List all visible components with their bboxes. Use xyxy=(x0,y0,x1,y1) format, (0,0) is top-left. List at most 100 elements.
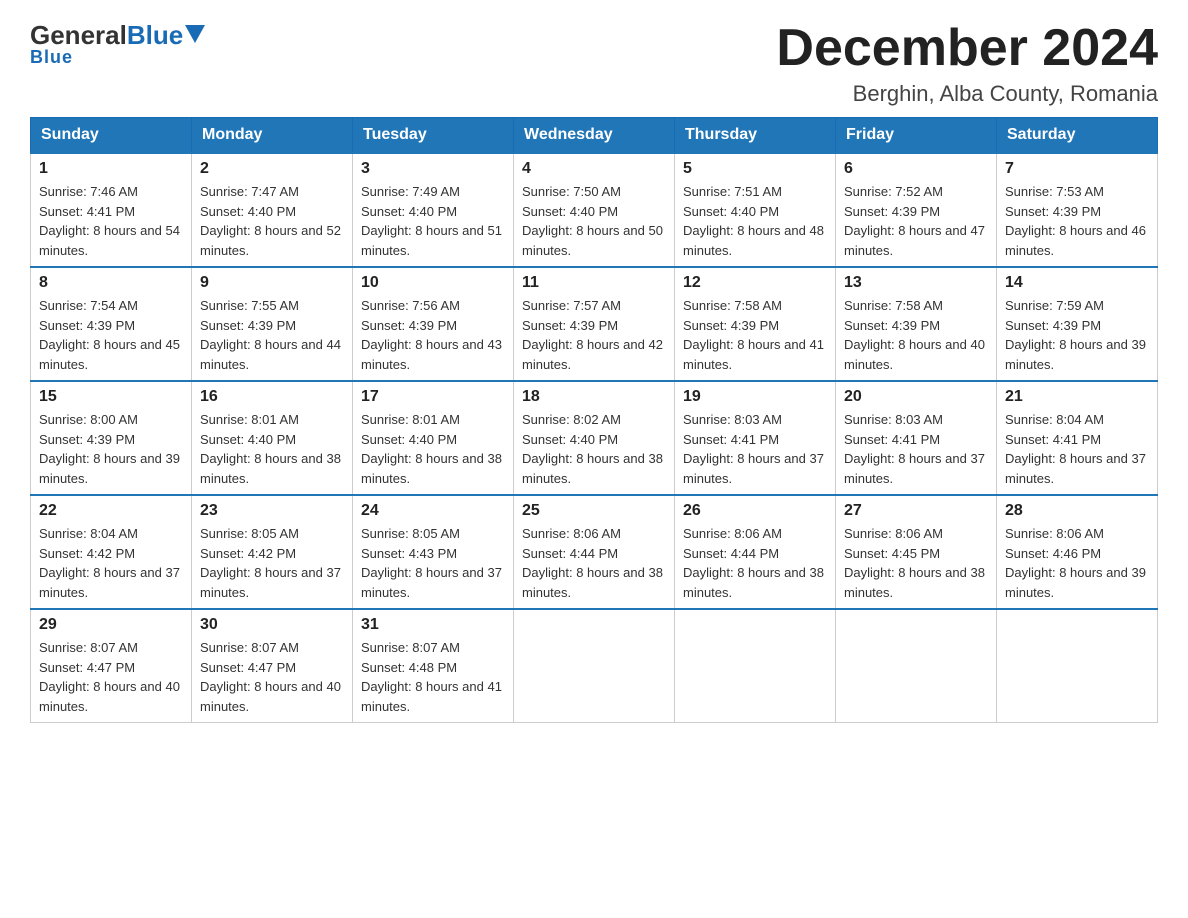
day-info: Sunrise: 7:50 AMSunset: 4:40 PMDaylight:… xyxy=(522,184,663,258)
day-info: Sunrise: 7:55 AMSunset: 4:39 PMDaylight:… xyxy=(200,298,341,372)
calendar-cell: 6 Sunrise: 7:52 AMSunset: 4:39 PMDayligh… xyxy=(836,153,997,267)
calendar-cell: 11 Sunrise: 7:57 AMSunset: 4:39 PMDaylig… xyxy=(514,267,675,381)
day-info: Sunrise: 8:06 AMSunset: 4:44 PMDaylight:… xyxy=(683,526,824,600)
day-number: 5 xyxy=(683,160,827,178)
day-number: 17 xyxy=(361,388,505,406)
day-info: Sunrise: 7:47 AMSunset: 4:40 PMDaylight:… xyxy=(200,184,341,258)
week-row-2: 8 Sunrise: 7:54 AMSunset: 4:39 PMDayligh… xyxy=(31,267,1158,381)
day-info: Sunrise: 8:05 AMSunset: 4:42 PMDaylight:… xyxy=(200,526,341,600)
day-info: Sunrise: 8:07 AMSunset: 4:48 PMDaylight:… xyxy=(361,640,502,714)
page-header: GeneralBlue Blue December 2024 Berghin, … xyxy=(30,20,1158,107)
calendar-cell: 24 Sunrise: 8:05 AMSunset: 4:43 PMDaylig… xyxy=(353,495,514,609)
calendar-cell xyxy=(514,609,675,723)
calendar-cell: 20 Sunrise: 8:03 AMSunset: 4:41 PMDaylig… xyxy=(836,381,997,495)
day-info: Sunrise: 7:49 AMSunset: 4:40 PMDaylight:… xyxy=(361,184,502,258)
day-number: 4 xyxy=(522,160,666,178)
calendar-cell xyxy=(997,609,1158,723)
day-number: 28 xyxy=(1005,502,1149,520)
day-info: Sunrise: 8:06 AMSunset: 4:45 PMDaylight:… xyxy=(844,526,985,600)
calendar-cell: 10 Sunrise: 7:56 AMSunset: 4:39 PMDaylig… xyxy=(353,267,514,381)
day-info: Sunrise: 8:02 AMSunset: 4:40 PMDaylight:… xyxy=(522,412,663,486)
day-number: 3 xyxy=(361,160,505,178)
day-info: Sunrise: 7:59 AMSunset: 4:39 PMDaylight:… xyxy=(1005,298,1146,372)
calendar-cell: 5 Sunrise: 7:51 AMSunset: 4:40 PMDayligh… xyxy=(675,153,836,267)
day-info: Sunrise: 8:01 AMSunset: 4:40 PMDaylight:… xyxy=(200,412,341,486)
calendar-cell: 4 Sunrise: 7:50 AMSunset: 4:40 PMDayligh… xyxy=(514,153,675,267)
week-row-4: 22 Sunrise: 8:04 AMSunset: 4:42 PMDaylig… xyxy=(31,495,1158,609)
location-title: Berghin, Alba County, Romania xyxy=(776,81,1158,107)
day-info: Sunrise: 8:06 AMSunset: 4:44 PMDaylight:… xyxy=(522,526,663,600)
calendar-cell xyxy=(675,609,836,723)
week-row-1: 1 Sunrise: 7:46 AMSunset: 4:41 PMDayligh… xyxy=(31,153,1158,267)
day-number: 25 xyxy=(522,502,666,520)
calendar-cell: 8 Sunrise: 7:54 AMSunset: 4:39 PMDayligh… xyxy=(31,267,192,381)
logo: GeneralBlue Blue xyxy=(30,20,205,68)
day-info: Sunrise: 7:46 AMSunset: 4:41 PMDaylight:… xyxy=(39,184,180,258)
col-header-monday: Monday xyxy=(192,118,353,154)
calendar-cell: 1 Sunrise: 7:46 AMSunset: 4:41 PMDayligh… xyxy=(31,153,192,267)
day-info: Sunrise: 8:05 AMSunset: 4:43 PMDaylight:… xyxy=(361,526,502,600)
day-number: 10 xyxy=(361,274,505,292)
calendar-cell: 3 Sunrise: 7:49 AMSunset: 4:40 PMDayligh… xyxy=(353,153,514,267)
logo-triangle-icon xyxy=(185,25,205,43)
calendar-cell: 14 Sunrise: 7:59 AMSunset: 4:39 PMDaylig… xyxy=(997,267,1158,381)
day-number: 16 xyxy=(200,388,344,406)
day-info: Sunrise: 7:53 AMSunset: 4:39 PMDaylight:… xyxy=(1005,184,1146,258)
day-info: Sunrise: 8:07 AMSunset: 4:47 PMDaylight:… xyxy=(200,640,341,714)
day-number: 21 xyxy=(1005,388,1149,406)
calendar-cell: 23 Sunrise: 8:05 AMSunset: 4:42 PMDaylig… xyxy=(192,495,353,609)
day-number: 19 xyxy=(683,388,827,406)
day-number: 12 xyxy=(683,274,827,292)
logo-underline: Blue xyxy=(30,47,73,68)
calendar-cell: 12 Sunrise: 7:58 AMSunset: 4:39 PMDaylig… xyxy=(675,267,836,381)
calendar-cell: 31 Sunrise: 8:07 AMSunset: 4:48 PMDaylig… xyxy=(353,609,514,723)
logo-blue-text: Blue xyxy=(127,20,183,51)
calendar-cell: 27 Sunrise: 8:06 AMSunset: 4:45 PMDaylig… xyxy=(836,495,997,609)
day-number: 22 xyxy=(39,502,183,520)
day-info: Sunrise: 8:00 AMSunset: 4:39 PMDaylight:… xyxy=(39,412,180,486)
col-header-thursday: Thursday xyxy=(675,118,836,154)
calendar-cell: 9 Sunrise: 7:55 AMSunset: 4:39 PMDayligh… xyxy=(192,267,353,381)
calendar-cell: 26 Sunrise: 8:06 AMSunset: 4:44 PMDaylig… xyxy=(675,495,836,609)
day-info: Sunrise: 7:57 AMSunset: 4:39 PMDaylight:… xyxy=(522,298,663,372)
day-info: Sunrise: 8:03 AMSunset: 4:41 PMDaylight:… xyxy=(683,412,824,486)
calendar-cell: 7 Sunrise: 7:53 AMSunset: 4:39 PMDayligh… xyxy=(997,153,1158,267)
calendar-cell: 28 Sunrise: 8:06 AMSunset: 4:46 PMDaylig… xyxy=(997,495,1158,609)
day-number: 29 xyxy=(39,616,183,634)
day-number: 6 xyxy=(844,160,988,178)
calendar-cell xyxy=(836,609,997,723)
day-info: Sunrise: 8:01 AMSunset: 4:40 PMDaylight:… xyxy=(361,412,502,486)
day-number: 13 xyxy=(844,274,988,292)
day-info: Sunrise: 8:07 AMSunset: 4:47 PMDaylight:… xyxy=(39,640,180,714)
day-info: Sunrise: 7:56 AMSunset: 4:39 PMDaylight:… xyxy=(361,298,502,372)
day-info: Sunrise: 8:04 AMSunset: 4:41 PMDaylight:… xyxy=(1005,412,1146,486)
calendar-table: Sunday Monday Tuesday Wednesday Thursday… xyxy=(30,117,1158,723)
day-number: 2 xyxy=(200,160,344,178)
day-info: Sunrise: 8:04 AMSunset: 4:42 PMDaylight:… xyxy=(39,526,180,600)
day-number: 26 xyxy=(683,502,827,520)
calendar-cell: 29 Sunrise: 8:07 AMSunset: 4:47 PMDaylig… xyxy=(31,609,192,723)
day-number: 20 xyxy=(844,388,988,406)
day-info: Sunrise: 8:06 AMSunset: 4:46 PMDaylight:… xyxy=(1005,526,1146,600)
month-title: December 2024 xyxy=(776,20,1158,77)
day-info: Sunrise: 7:52 AMSunset: 4:39 PMDaylight:… xyxy=(844,184,985,258)
day-number: 14 xyxy=(1005,274,1149,292)
calendar-cell: 16 Sunrise: 8:01 AMSunset: 4:40 PMDaylig… xyxy=(192,381,353,495)
col-header-tuesday: Tuesday xyxy=(353,118,514,154)
calendar-cell: 19 Sunrise: 8:03 AMSunset: 4:41 PMDaylig… xyxy=(675,381,836,495)
day-info: Sunrise: 7:54 AMSunset: 4:39 PMDaylight:… xyxy=(39,298,180,372)
day-number: 23 xyxy=(200,502,344,520)
day-number: 24 xyxy=(361,502,505,520)
day-info: Sunrise: 7:58 AMSunset: 4:39 PMDaylight:… xyxy=(683,298,824,372)
day-number: 1 xyxy=(39,160,183,178)
col-header-sunday: Sunday xyxy=(31,118,192,154)
calendar-header-row: Sunday Monday Tuesday Wednesday Thursday… xyxy=(31,118,1158,154)
day-number: 7 xyxy=(1005,160,1149,178)
calendar-cell: 30 Sunrise: 8:07 AMSunset: 4:47 PMDaylig… xyxy=(192,609,353,723)
calendar-cell: 25 Sunrise: 8:06 AMSunset: 4:44 PMDaylig… xyxy=(514,495,675,609)
day-number: 27 xyxy=(844,502,988,520)
day-info: Sunrise: 7:58 AMSunset: 4:39 PMDaylight:… xyxy=(844,298,985,372)
calendar-cell: 17 Sunrise: 8:01 AMSunset: 4:40 PMDaylig… xyxy=(353,381,514,495)
col-header-wednesday: Wednesday xyxy=(514,118,675,154)
day-info: Sunrise: 7:51 AMSunset: 4:40 PMDaylight:… xyxy=(683,184,824,258)
